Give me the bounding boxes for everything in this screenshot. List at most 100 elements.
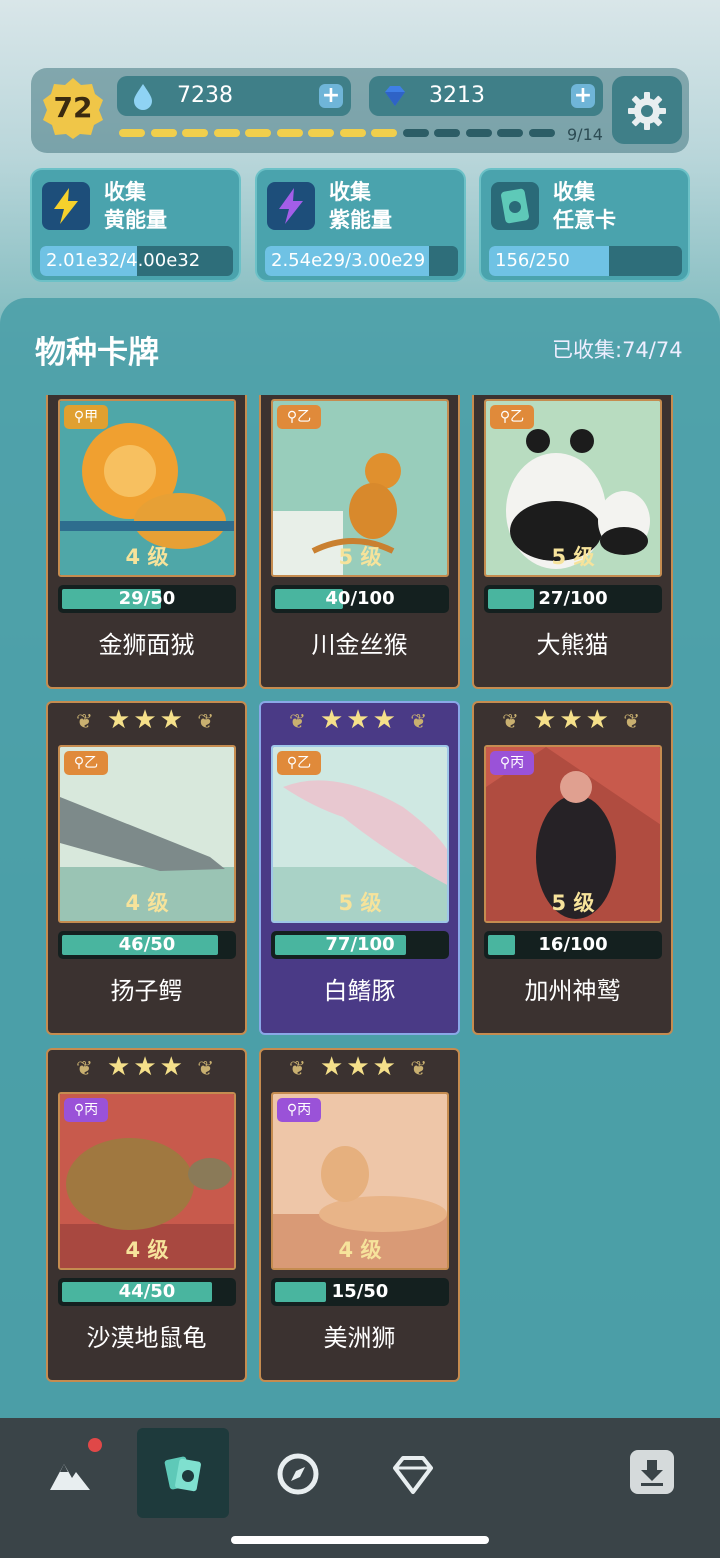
water-value: 7238 [177,83,233,108]
card-progress-bar: 77/100 [271,931,449,959]
download-button[interactable] [630,1450,674,1494]
region-tag: ⚲甲 [64,405,108,429]
star-rating: ❦ ★★★ ❦ [76,1052,217,1082]
region-tag: ⚲乙 [277,405,321,429]
progress-segment [339,129,366,137]
card-level: 5 级 [551,545,595,569]
quest-any-card[interactable]: 收集 任意卡 156/250 [479,168,690,282]
quest-yellow-energy[interactable]: 收集 黄能量 2.01e32/4.00e32 [30,168,241,282]
region-tag: ⚲乙 [490,405,534,429]
player-level: 72 [53,91,93,124]
card-icon [491,182,539,230]
progress-segment [528,129,555,137]
water-resource: 7238 + [117,76,351,116]
region-tag: ⚲丙 [277,1098,321,1122]
card-artwork: ⚲丙 4 级 [58,1092,236,1270]
notification-dot [88,1438,102,1452]
region-tag: ⚲乙 [277,751,321,775]
species-card[interactable]: ⚲乙 5 级 27/100 大熊猫 [472,395,673,689]
quest-progress-bar: 2.01e32/4.00e32 [40,246,233,276]
card-name: 沙漠地鼠龟 [86,1324,207,1352]
region-tag: ⚲丙 [490,751,534,775]
card-progress-bar: 16/100 [484,931,662,959]
location-pin-icon: ⚲ [286,1102,298,1118]
level-badge[interactable]: 72 [41,76,105,140]
species-card[interactable]: ⚲甲 4 级 29/50 金狮面狨 [46,395,247,689]
settings-button[interactable] [612,76,682,144]
mountain-icon [50,1464,90,1490]
progress-segment [150,129,177,137]
card-name: 川金丝猴 [311,631,408,659]
nav-mountain[interactable] [24,1428,116,1518]
card-progress-bar: 15/50 [271,1278,449,1306]
card-name: 美洲狮 [323,1324,396,1352]
gem-icon [385,86,405,106]
card-artwork: ⚲甲 4 级 [58,399,236,577]
species-card[interactable]: ❦ ★★★ ❦ ⚲丙 4 级 15/50 美洲狮 [259,1048,460,1382]
location-pin-icon: ⚲ [73,409,85,425]
card-level: 4 级 [125,545,169,569]
lightning-purple-icon [267,182,315,230]
card-level: 4 级 [338,1238,382,1262]
progress-segment [119,129,145,137]
quest-progress-text: 2.54e29/3.00e29 [271,250,426,271]
progress-segment [434,129,460,137]
progress-segment [402,129,429,137]
diamond-resource: 3213 + [369,76,603,116]
quest-purple-energy[interactable]: 收集 紫能量 2.54e29/3.00e29 [255,168,466,282]
card-artwork: ⚲乙 5 级 [271,745,449,923]
card-artwork: ⚲乙 5 级 [484,399,662,577]
card-level: 5 级 [551,891,595,915]
card-progress-text: 15/50 [331,1281,389,1302]
add-diamond-button[interactable]: + [571,84,595,108]
species-card[interactable]: ❦ ★★★ ❦ ⚲乙 5 级 77/100 白鳍豚 [259,701,460,1035]
nav-diamond[interactable] [367,1428,459,1518]
card-level: 4 级 [125,891,169,915]
progress-segment [245,129,271,137]
card-name: 白鳍豚 [323,977,396,1005]
species-card[interactable]: ❦ ★★★ ❦ ⚲乙 4 级 46/50 扬子鳄 [46,701,247,1035]
card-artwork: ⚲丙 5 级 [484,745,662,923]
card-name: 大熊猫 [536,631,609,659]
location-pin-icon: ⚲ [286,409,298,425]
quest-progress-text: 156/250 [495,250,570,271]
diamond-value: 3213 [429,83,485,108]
quest-title: 收集 黄能量 [104,180,167,232]
quest-title: 收集 任意卡 [553,180,616,232]
card-artwork: ⚲乙 4 级 [58,745,236,923]
card-level: 4 级 [125,1238,169,1262]
region-tag: ⚲丙 [64,1098,108,1122]
progress-segment [213,129,240,137]
card-level: 5 级 [338,891,382,915]
card-progress-text: 29/50 [118,588,176,609]
progress-segment [182,129,208,137]
compass-icon [277,1453,319,1495]
card-name: 金狮面狨 [98,631,195,659]
progress-segment [371,129,397,137]
progress-segment [276,129,303,137]
species-card[interactable]: ⚲乙 5 级 40/100 川金丝猴 [259,395,460,689]
quest-title: 收集 紫能量 [329,180,392,232]
star-rating: ❦ ★★★ ❦ [76,705,217,735]
diamond-icon [393,1456,433,1494]
quest-progress-text: 2.01e32/4.00e32 [46,250,201,271]
progress-segment [497,129,523,137]
star-rating: ❦ ★★★ ❦ [289,705,430,735]
location-pin-icon: ⚲ [73,1102,85,1118]
location-pin-icon: ⚲ [286,755,298,771]
nav-cards[interactable] [137,1428,229,1518]
add-water-button[interactable]: + [319,84,343,108]
species-card[interactable]: ❦ ★★★ ❦ ⚲丙 4 级 44/50 沙漠地鼠龟 [46,1048,247,1382]
card-level: 5 级 [338,545,382,569]
card-progress-text: 77/100 [325,934,395,955]
species-card[interactable]: ❦ ★★★ ❦ ⚲丙 5 级 16/100 加州神鹫 [472,701,673,1035]
card-grid[interactable]: ⚲甲 4 级 29/50 金狮面狨 ⚲乙 5 级 40/100 川金丝猴 ⚲乙 5 级 27/100… [0,395,720,1408]
gear-icon [628,92,666,130]
card-name: 扬子鳄 [110,977,183,1005]
download-icon [641,1460,663,1486]
star-rating: ❦ ★★★ ❦ [289,1052,430,1082]
collection-count: 已收集:74/74 [552,338,683,362]
cards-icon [164,1456,201,1492]
card-artwork: ⚲丙 4 级 [271,1092,449,1270]
nav-compass[interactable] [252,1428,344,1518]
